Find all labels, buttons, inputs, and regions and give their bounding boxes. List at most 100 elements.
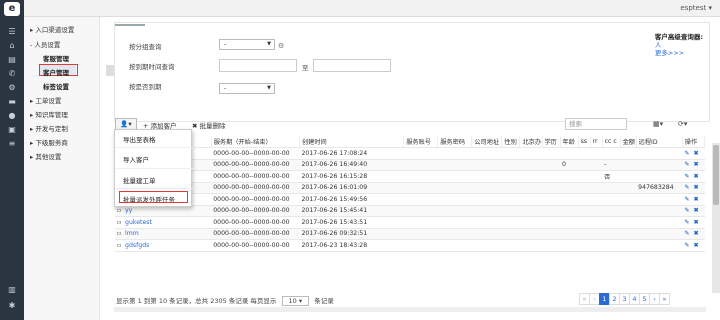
sidebar-item-tag-settings[interactable]: 标签设置	[43, 81, 69, 91]
table-row[interactable]: ▫xinjianxinjianhahha0000-00-00--0000-00-…	[115, 193, 705, 206]
table-row[interactable]: ▫ gdsfgds 0000-00-00--0000-00-00 2017-06-23…	[115, 239, 705, 252]
sidebar-item-agent-management[interactable]: 客服管理	[43, 53, 69, 63]
service-period-cell: 0000-00-00--0000-00-00	[211, 228, 300, 240]
gear-icon[interactable]: ⚙	[278, 42, 284, 50]
page-size-select[interactable]: 10 ▾	[281, 296, 310, 306]
stack-icon[interactable]: ≡	[0, 138, 24, 150]
columns-icon[interactable]: ▦▾	[653, 120, 663, 128]
service-end-input[interactable]	[313, 59, 391, 72]
delete-icon[interactable]: ✖	[693, 173, 698, 180]
table-cell	[501, 159, 520, 171]
sidebar-item-knowledge-base[interactable]: ▸ 知识库管理	[30, 109, 68, 119]
folder-icon[interactable]: ▬	[0, 96, 24, 108]
table-cell	[590, 159, 603, 171]
sidebar-item-entry-channel[interactable]: ▸ 入口渠道设置	[30, 24, 74, 34]
group-select[interactable]: - ▼	[219, 39, 275, 50]
service-period-cell: 0000-00-00--0000-00-00	[211, 205, 300, 217]
created-time-cell: 2017-06-26 15:49:56	[299, 193, 404, 206]
sidebar-item-development[interactable]: ▸ 开发与定制	[30, 123, 68, 133]
service-period-cell: 0000-00-00--0000-00-00	[211, 216, 300, 229]
menu-item-import-customers[interactable]: 导入客户	[123, 154, 149, 164]
horizontal-scrollbar[interactable]	[114, 307, 706, 312]
sidebar-item-ticket-settings[interactable]: ▸ 工单设置	[30, 95, 61, 105]
edit-icon[interactable]: ✎	[684, 230, 689, 237]
settings-icon[interactable]: ✱	[0, 300, 24, 312]
app-logo: e	[4, 2, 20, 16]
rr-cell	[602, 182, 621, 194]
edit-icon[interactable]: ✎	[684, 196, 689, 203]
sidebar-item-personnel[interactable]: - 人员设置	[30, 39, 60, 49]
scrollbar-thumb[interactable]	[713, 145, 719, 205]
table-row[interactable]: ▫0000-00-00--0000-00-002017-06-26 16:49:…	[115, 159, 705, 171]
gear-icon[interactable]: ⚙	[0, 82, 24, 94]
refresh-icon[interactable]: ⟳▾	[678, 120, 687, 128]
table-cell	[620, 147, 637, 160]
table-row[interactable]: ▫ lmm 0000-00-00--0000-00-00 2017-06-26 09:…	[115, 228, 705, 240]
edit-icon[interactable]: ✎	[684, 184, 689, 191]
table-cell	[578, 193, 591, 206]
table-cell	[590, 216, 603, 229]
username: esptest	[680, 4, 707, 12]
more-link[interactable]: 更多>>>	[655, 49, 703, 57]
table-cell	[501, 216, 520, 229]
table-row[interactable]: ▫0000-00-00--0000-00-002017-06-26 16:01:…	[115, 182, 705, 194]
sidebar-item-sub-providers[interactable]: ▸ 下级服务商	[30, 137, 68, 147]
sidebar-item-other-settings[interactable]: ▸ 其他设置	[30, 151, 61, 161]
icon-nav-bar: e ☰ ⌂ ▤ ✆ ⚙ ▬ ● ▣ ≡ ▥ ✱	[0, 0, 24, 320]
table-row[interactable]: ▫0000-00-00--0000-00-002017-06-26 16:15:…	[115, 170, 705, 183]
delete-icon[interactable]: ✖	[693, 196, 698, 203]
edit-icon[interactable]: ✎	[684, 207, 689, 214]
delete-icon[interactable]: ✖	[693, 184, 698, 191]
edit-icon[interactable]: ✎	[684, 161, 689, 168]
row-checkbox[interactable]: ▫	[115, 239, 124, 252]
filter-panel: 按分组查询 - ▼ ⚙ 按到期时间查询 至 按是否到期 - ▼ 客户高级查询器: 人…	[114, 22, 710, 122]
phone-icon[interactable]: ✆	[0, 68, 24, 80]
remote-id-cell	[636, 205, 683, 217]
user-icon[interactable]: ●	[0, 110, 24, 122]
batch-delete-button[interactable]: ✖ 批量删除	[192, 120, 226, 130]
chart-icon[interactable]: ▥	[0, 284, 24, 296]
edit-icon[interactable]: ✎	[684, 173, 689, 180]
table-cell	[519, 159, 542, 171]
table-cell	[542, 228, 561, 240]
delete-icon[interactable]: ✖	[693, 207, 698, 214]
edit-icon[interactable]: ✎	[684, 242, 689, 249]
advanced-query-link[interactable]: 人	[655, 41, 703, 49]
table-cell	[590, 182, 603, 194]
table-cell	[437, 205, 472, 217]
customer-table: 服务期（开始-结束） 创建时间 服务账号 服务密码 公司地址 性别 北京办 学历 年龄 ss rr c…	[115, 136, 706, 252]
menu-icon[interactable]: ☰	[0, 26, 24, 38]
table-row[interactable]: ▫ guketest 0000-00-00--0000-00-00 2017-06-2…	[115, 216, 705, 229]
search-input[interactable]: 搜索	[565, 118, 627, 130]
customer-name-cell[interactable]: gdsfgds	[123, 239, 212, 252]
delete-icon[interactable]: ✖	[693, 230, 698, 237]
expired-select[interactable]: - ▼	[219, 83, 275, 94]
delete-icon[interactable]: ✖	[693, 219, 698, 226]
document-icon[interactable]: ▤	[0, 54, 24, 66]
record-summary: 显示第 1 到第 10 条记录，总共 2305 条记录 每页显示	[116, 297, 277, 305]
service-period-cell: 0000-00-00--0000-00-00	[211, 159, 300, 171]
delete-icon[interactable]: ✖	[693, 150, 698, 157]
chevron-down-icon: ▼	[267, 85, 271, 91]
row-checkbox[interactable]: ▫	[115, 228, 124, 240]
page-button[interactable]: »	[659, 293, 670, 305]
sidebar-item-customer-management[interactable]: 客户管理	[43, 67, 69, 77]
menu-item-export-excel[interactable]: 导出至表格	[123, 134, 156, 144]
edit-icon[interactable]: ✎	[684, 219, 689, 226]
row-checkbox[interactable]: ▫	[115, 216, 124, 229]
table-row[interactable]: ▫0000-00-00--0000-00-002017-06-26 17:08:…	[115, 147, 705, 160]
menu-item-batch-tickets[interactable]: 批量建工单	[123, 175, 156, 185]
home-icon[interactable]: ⌂	[0, 40, 24, 52]
delete-icon[interactable]: ✖	[693, 242, 698, 249]
table-cell	[437, 239, 472, 252]
table-row[interactable]: ▫ yy 0000-00-00--0000-00-00 2017-06-26 15:4…	[115, 205, 705, 217]
edit-icon[interactable]: ✎	[684, 150, 689, 157]
remote-id-cell: 947683284	[636, 182, 683, 194]
user-menu[interactable]: esptest ▾	[680, 4, 712, 12]
service-start-input[interactable]	[219, 59, 297, 72]
delete-icon[interactable]: ✖	[693, 161, 698, 168]
customer-name-cell[interactable]: guketest	[123, 216, 212, 229]
building-icon[interactable]: ▣	[0, 124, 24, 136]
rr-cell: -	[602, 159, 621, 171]
customer-name-cell[interactable]: lmm	[123, 228, 212, 240]
